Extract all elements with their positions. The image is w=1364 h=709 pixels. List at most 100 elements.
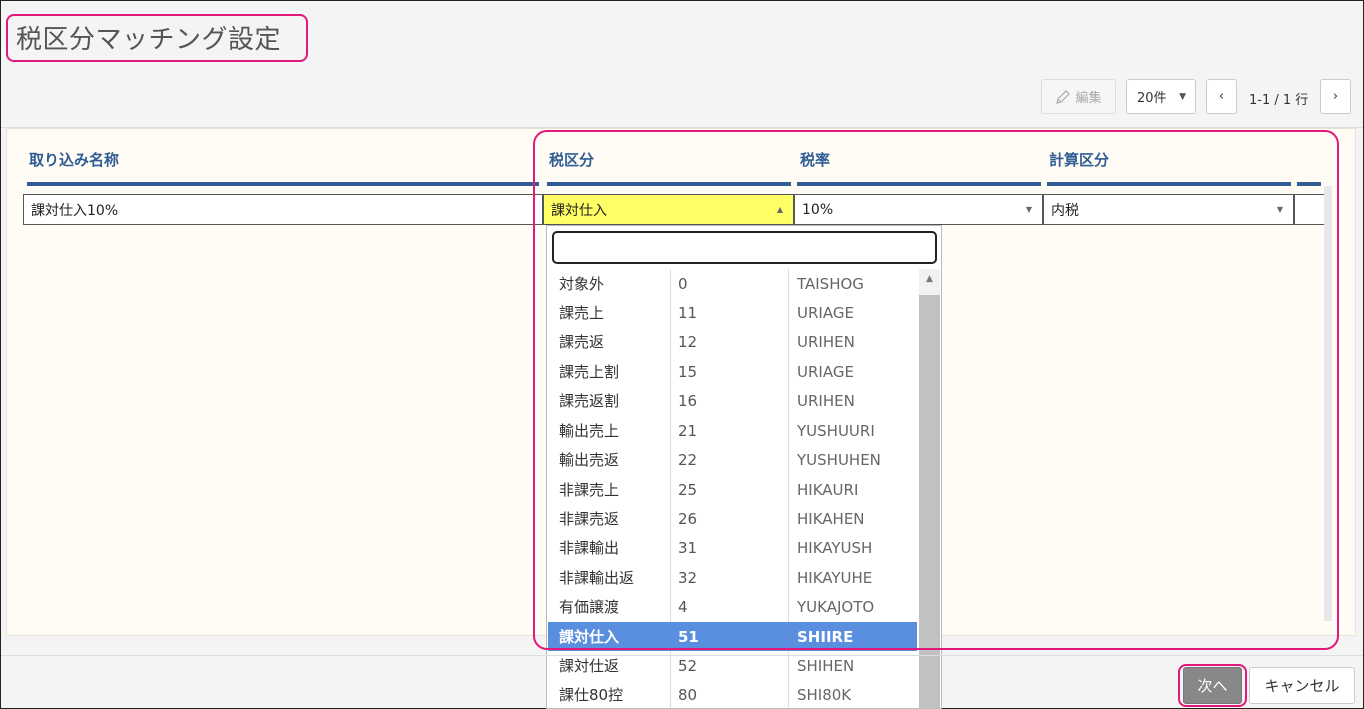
option-name: 非課輸出 — [559, 539, 620, 557]
option-name: 非課売上 — [559, 481, 620, 499]
cancel-button[interactable]: キャンセル — [1249, 667, 1355, 704]
option-code: 26 — [678, 509, 698, 528]
header-underline — [1297, 182, 1321, 186]
option-key: HIKAYUHE — [797, 568, 873, 587]
header-underline — [27, 182, 539, 186]
edit-button[interactable]: 編集 — [1041, 79, 1116, 114]
option-name: 対象外 — [559, 275, 605, 293]
option-code: 22 — [678, 450, 698, 469]
header-calc-class: 計算区分 — [1049, 151, 1110, 169]
option-key: URIHEN — [797, 332, 855, 351]
option-key: YUSHUURI — [797, 421, 875, 440]
calc-class-select[interactable]: 内税 ▼ — [1043, 194, 1294, 225]
option-name: 課売上割 — [559, 363, 620, 381]
header-underline — [797, 182, 1041, 186]
option-key: URIHEN — [797, 391, 855, 410]
caret-down-icon: ▼ — [1276, 205, 1283, 214]
option-name: 課対仕入 — [559, 628, 620, 646]
option-key: TAISHOG — [797, 274, 864, 293]
dropdown-option[interactable]: 課売返 12 URIHEN — [548, 327, 917, 356]
option-name: 有価譲渡 — [559, 598, 620, 616]
option-name: 非課売返 — [559, 510, 620, 528]
chevron-right-icon: › — [1332, 89, 1339, 104]
header-tax-rate: 税率 — [800, 151, 831, 169]
option-name: 課売上 — [559, 304, 605, 322]
tax-rate-value: 10% — [802, 201, 834, 218]
page-size-value: 20件 — [1137, 91, 1167, 106]
dropdown-option[interactable]: 課売上割 15 URIAGE — [548, 357, 917, 386]
edit-button-label: 編集 — [1075, 91, 1102, 106]
option-name: 課売返 — [559, 333, 605, 351]
next-page-nav-button[interactable]: › — [1320, 79, 1351, 114]
tax-class-select[interactable]: 課対仕入 ▲ — [543, 194, 794, 225]
page-size-select[interactable]: 20件 ▼ — [1126, 79, 1196, 114]
option-code: 52 — [678, 656, 698, 675]
dropdown-option[interactable]: 非課売上 25 HIKAURI — [548, 475, 917, 504]
option-code: 4 — [678, 597, 688, 616]
option-name: 輸出売上 — [559, 422, 620, 440]
caret-down-icon: ▼ — [1025, 205, 1032, 214]
option-name: 非課輸出返 — [559, 569, 635, 587]
option-code: 32 — [678, 568, 698, 587]
dropdown-option[interactable]: 課売上 11 URIAGE — [548, 298, 917, 327]
tax-rate-select[interactable]: 10% ▼ — [794, 194, 1043, 225]
dropdown-option[interactable]: 輸出売上 21 YUSHUURI — [548, 416, 917, 445]
row-extra-cell — [1294, 194, 1325, 225]
option-code: 12 — [678, 332, 698, 351]
option-code: 16 — [678, 391, 698, 410]
option-code: 21 — [678, 421, 698, 440]
header-import-name: 取り込み名称 — [29, 151, 120, 169]
option-key: YUKAJOTO — [797, 597, 875, 616]
option-key: URIAGE — [797, 303, 854, 322]
option-code: 11 — [678, 303, 698, 322]
option-key: HIKAURI — [797, 480, 859, 499]
option-key: SHIHEN — [797, 656, 855, 675]
header-underline — [1047, 182, 1291, 186]
scroll-up-arrow-icon[interactable]: ▲ — [919, 274, 940, 290]
chevron-left-icon: ‹ — [1218, 89, 1225, 104]
prev-page-button[interactable]: ‹ — [1206, 79, 1237, 114]
option-name: 課売返割 — [559, 392, 620, 410]
option-code: 25 — [678, 480, 698, 499]
option-code: 0 — [678, 274, 688, 293]
option-name: 輸出売返 — [559, 451, 620, 469]
dropdown-option[interactable]: 課仕80控 80 SHI80K — [548, 680, 917, 708]
option-key: URIAGE — [797, 362, 854, 381]
option-name: 課対仕返 — [559, 657, 620, 675]
import-name-value: 課対仕入10% — [31, 202, 119, 219]
pencil-icon — [1056, 89, 1071, 104]
dropdown-option[interactable]: 非課輸出 31 HIKAYUSH — [548, 533, 917, 562]
import-name-cell[interactable]: 課対仕入10% — [23, 194, 543, 225]
option-key: YUSHUHEN — [797, 450, 881, 469]
option-code: 15 — [678, 362, 698, 381]
caret-up-icon: ▲ — [776, 205, 783, 214]
dropdown-option[interactable]: 輸出売返 22 YUSHUHEN — [548, 445, 917, 474]
calc-class-value: 内税 — [1051, 202, 1079, 219]
dropdown-scrollbar-thumb[interactable] — [919, 295, 940, 708]
caret-down-icon: ▼ — [1179, 91, 1186, 102]
dropdown-option[interactable]: 課売返割 16 URIHEN — [548, 386, 917, 415]
page-title: 税区分マッチング設定 — [16, 25, 282, 55]
option-code: 80 — [678, 685, 698, 704]
dropdown-option-selected[interactable]: 課対仕入 51 SHIIRE — [548, 622, 917, 651]
dropdown-option[interactable]: 対象外 0 TAISHOG — [548, 269, 917, 298]
tax-class-value: 課対仕入 — [551, 202, 607, 219]
option-name: 課仕80控 — [559, 686, 624, 704]
panel-scrollbar[interactable] — [1324, 186, 1332, 621]
dropdown-option[interactable]: 非課輸出返 32 HIKAYUHE — [548, 563, 917, 592]
header-underline — [547, 182, 791, 186]
dropdown-search-input[interactable] — [552, 231, 937, 264]
next-button[interactable]: 次へ — [1183, 667, 1242, 704]
page-info: 1-1 / 1 行 — [1249, 93, 1309, 108]
option-key: HIKAHEN — [797, 509, 865, 528]
option-code: 51 — [678, 627, 699, 646]
header-tax-class: 税区分 — [549, 151, 595, 169]
option-key: HIKAYUSH — [797, 538, 873, 557]
footer-divider — [1, 655, 1363, 656]
option-key: SHI80K — [797, 685, 852, 704]
tax-class-dropdown: 対象外 0 TAISHOG 課売上 11 URIAGE 課売返 12 URIHE… — [546, 225, 942, 709]
dropdown-option[interactable]: 有価譲渡 4 YUKAJOTO — [548, 592, 917, 621]
option-key: SHIIRE — [797, 627, 854, 646]
dropdown-option[interactable]: 非課売返 26 HIKAHEN — [548, 504, 917, 533]
option-code: 31 — [678, 538, 698, 557]
